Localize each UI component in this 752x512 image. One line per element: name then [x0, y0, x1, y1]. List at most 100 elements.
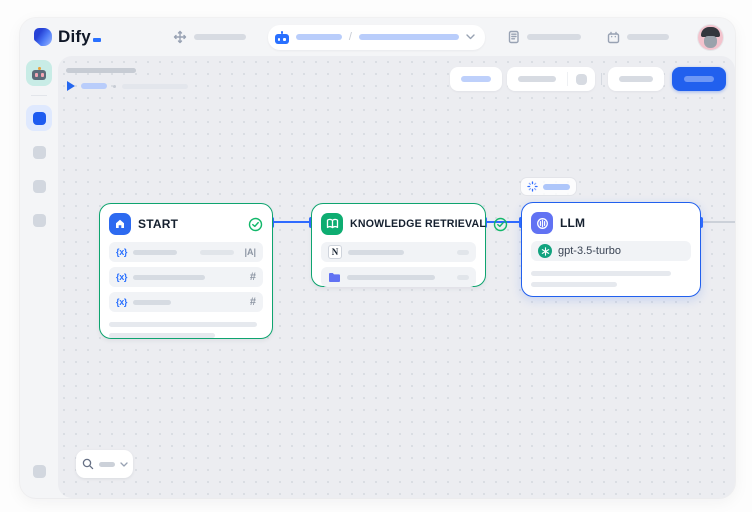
- source-name-skeleton: [348, 250, 404, 255]
- sidebar-app-icon[interactable]: [26, 60, 52, 86]
- start-variable-row[interactable]: {x} |A|: [109, 242, 263, 262]
- move-arrows-icon: [173, 30, 187, 44]
- user-avatar[interactable]: [698, 25, 723, 50]
- variable-value-skeleton: [200, 250, 234, 255]
- edge-start-to-knowledge[interactable]: [272, 221, 312, 223]
- sidebar-item-4-icon: [33, 214, 46, 227]
- nav-docs-item[interactable]: [507, 30, 581, 44]
- left-sidebar: [20, 56, 58, 498]
- sidebar-item-settings[interactable]: [26, 458, 52, 484]
- dify-logo-mark-icon: [34, 28, 52, 46]
- zoom-value-skeleton: [99, 462, 115, 467]
- node-llm[interactable]: LLM gpt-3.5-turbo: [521, 202, 701, 297]
- start-description-skeleton: [109, 322, 263, 338]
- preview-label-skeleton: [518, 76, 556, 82]
- app-window: Dify /: [20, 18, 735, 498]
- nav-explore-item[interactable]: [173, 30, 246, 44]
- notebook-icon: [507, 30, 520, 44]
- app-name-skeleton: [359, 34, 459, 40]
- book-icon: [321, 213, 343, 235]
- sidebar-item-active[interactable]: [26, 105, 52, 131]
- sidebar-item-3[interactable]: [26, 173, 52, 199]
- start-success-icon: [248, 217, 263, 232]
- nav-tools-item[interactable]: [607, 31, 669, 44]
- restore-button[interactable]: [608, 67, 664, 91]
- chevron-down-icon: [466, 34, 475, 40]
- toolbar-divider: [601, 73, 602, 85]
- sidebar-item-2-icon: [33, 146, 46, 159]
- features-button[interactable]: [450, 67, 502, 91]
- variable-icon: {x}: [116, 272, 127, 282]
- screenshot-stage: Dify /: [0, 0, 752, 512]
- openai-icon: [538, 244, 552, 258]
- knowledge-node-title: KNOWLEDGE RETRIEVAL: [350, 218, 486, 230]
- app-switcher[interactable]: /: [268, 25, 485, 50]
- notion-icon: N: [328, 245, 342, 259]
- workspace-name-skeleton: [296, 34, 342, 40]
- clapper-icon: [607, 31, 620, 44]
- publish-label-skeleton: [684, 76, 714, 82]
- preview-split-button[interactable]: [507, 67, 595, 91]
- workflow-title-skeleton: [66, 68, 136, 73]
- llm-icon: [531, 212, 553, 234]
- logo-cursor-icon: [93, 38, 101, 42]
- start-variable-row[interactable]: {x} #: [109, 267, 263, 287]
- sidebar-item-3-icon: [33, 180, 46, 193]
- preview-button[interactable]: [507, 76, 567, 82]
- knowledge-source-row[interactable]: [321, 267, 476, 287]
- sidebar-settings-icon: [33, 465, 46, 478]
- spinner-icon: [527, 181, 538, 192]
- play-icon[interactable]: [67, 81, 75, 91]
- running-label-skeleton: [543, 184, 570, 190]
- tools-label-skeleton: [627, 34, 669, 40]
- knowledge-success-icon: [493, 217, 508, 232]
- robot-emoji-icon: [32, 67, 46, 80]
- llm-running-badge: [521, 178, 576, 195]
- workflow-canvas[interactable]: START {x} |A| {x} # {x}: [58, 56, 735, 498]
- start-node-header: START: [109, 212, 263, 236]
- llm-description-skeleton: [531, 271, 691, 287]
- model-name: gpt-3.5-turbo: [558, 245, 621, 257]
- separator-dot: [113, 85, 116, 88]
- variable-icon: {x}: [116, 297, 127, 307]
- home-icon: [109, 213, 131, 235]
- node-knowledge-retrieval[interactable]: KNOWLEDGE RETRIEVAL N: [311, 203, 486, 287]
- dify-logo[interactable]: Dify: [34, 28, 101, 46]
- docs-label-skeleton: [527, 34, 581, 40]
- llm-node-title: LLM: [560, 216, 691, 230]
- knowledge-node-header: KNOWLEDGE RETRIEVAL: [321, 212, 476, 236]
- run-status-row: [67, 81, 188, 91]
- string-type-icon: |A|: [244, 247, 256, 257]
- folder-icon: [328, 272, 341, 283]
- node-start[interactable]: START {x} |A| {x} # {x}: [99, 203, 273, 339]
- avatar-face: [704, 36, 717, 48]
- source-meta-skeleton: [457, 250, 469, 255]
- source-name-skeleton: [347, 275, 435, 280]
- run-label-skeleton: [81, 83, 107, 89]
- edge-llm-to-next[interactable]: [701, 221, 735, 223]
- number-type-icon: #: [250, 271, 256, 283]
- number-type-icon: #: [250, 296, 256, 308]
- llm-node-header: LLM: [531, 211, 691, 235]
- features-label-skeleton: [461, 76, 491, 82]
- publish-button[interactable]: [672, 67, 726, 91]
- run-history-button[interactable]: [568, 74, 595, 85]
- search-zoom-icon: [82, 458, 94, 470]
- sidebar-item-4[interactable]: [26, 207, 52, 233]
- source-meta-skeleton: [457, 275, 469, 280]
- variable-icon: {x}: [116, 247, 127, 257]
- sidebar-item-2[interactable]: [26, 139, 52, 165]
- zoom-control[interactable]: [76, 450, 133, 478]
- dify-logo-text: Dify: [58, 28, 101, 46]
- active-item-icon: [33, 112, 46, 125]
- variable-name-skeleton: [133, 250, 177, 255]
- llm-model-row[interactable]: gpt-3.5-turbo: [531, 241, 691, 261]
- robot-app-icon: [275, 31, 289, 44]
- variable-name-skeleton: [133, 275, 205, 280]
- knowledge-source-row[interactable]: N: [321, 242, 476, 262]
- history-icon: [576, 74, 587, 85]
- top-header: Dify /: [20, 18, 735, 56]
- nav-label-skeleton: [194, 34, 246, 40]
- start-variable-row[interactable]: {x} #: [109, 292, 263, 312]
- sidebar-divider: [31, 95, 47, 96]
